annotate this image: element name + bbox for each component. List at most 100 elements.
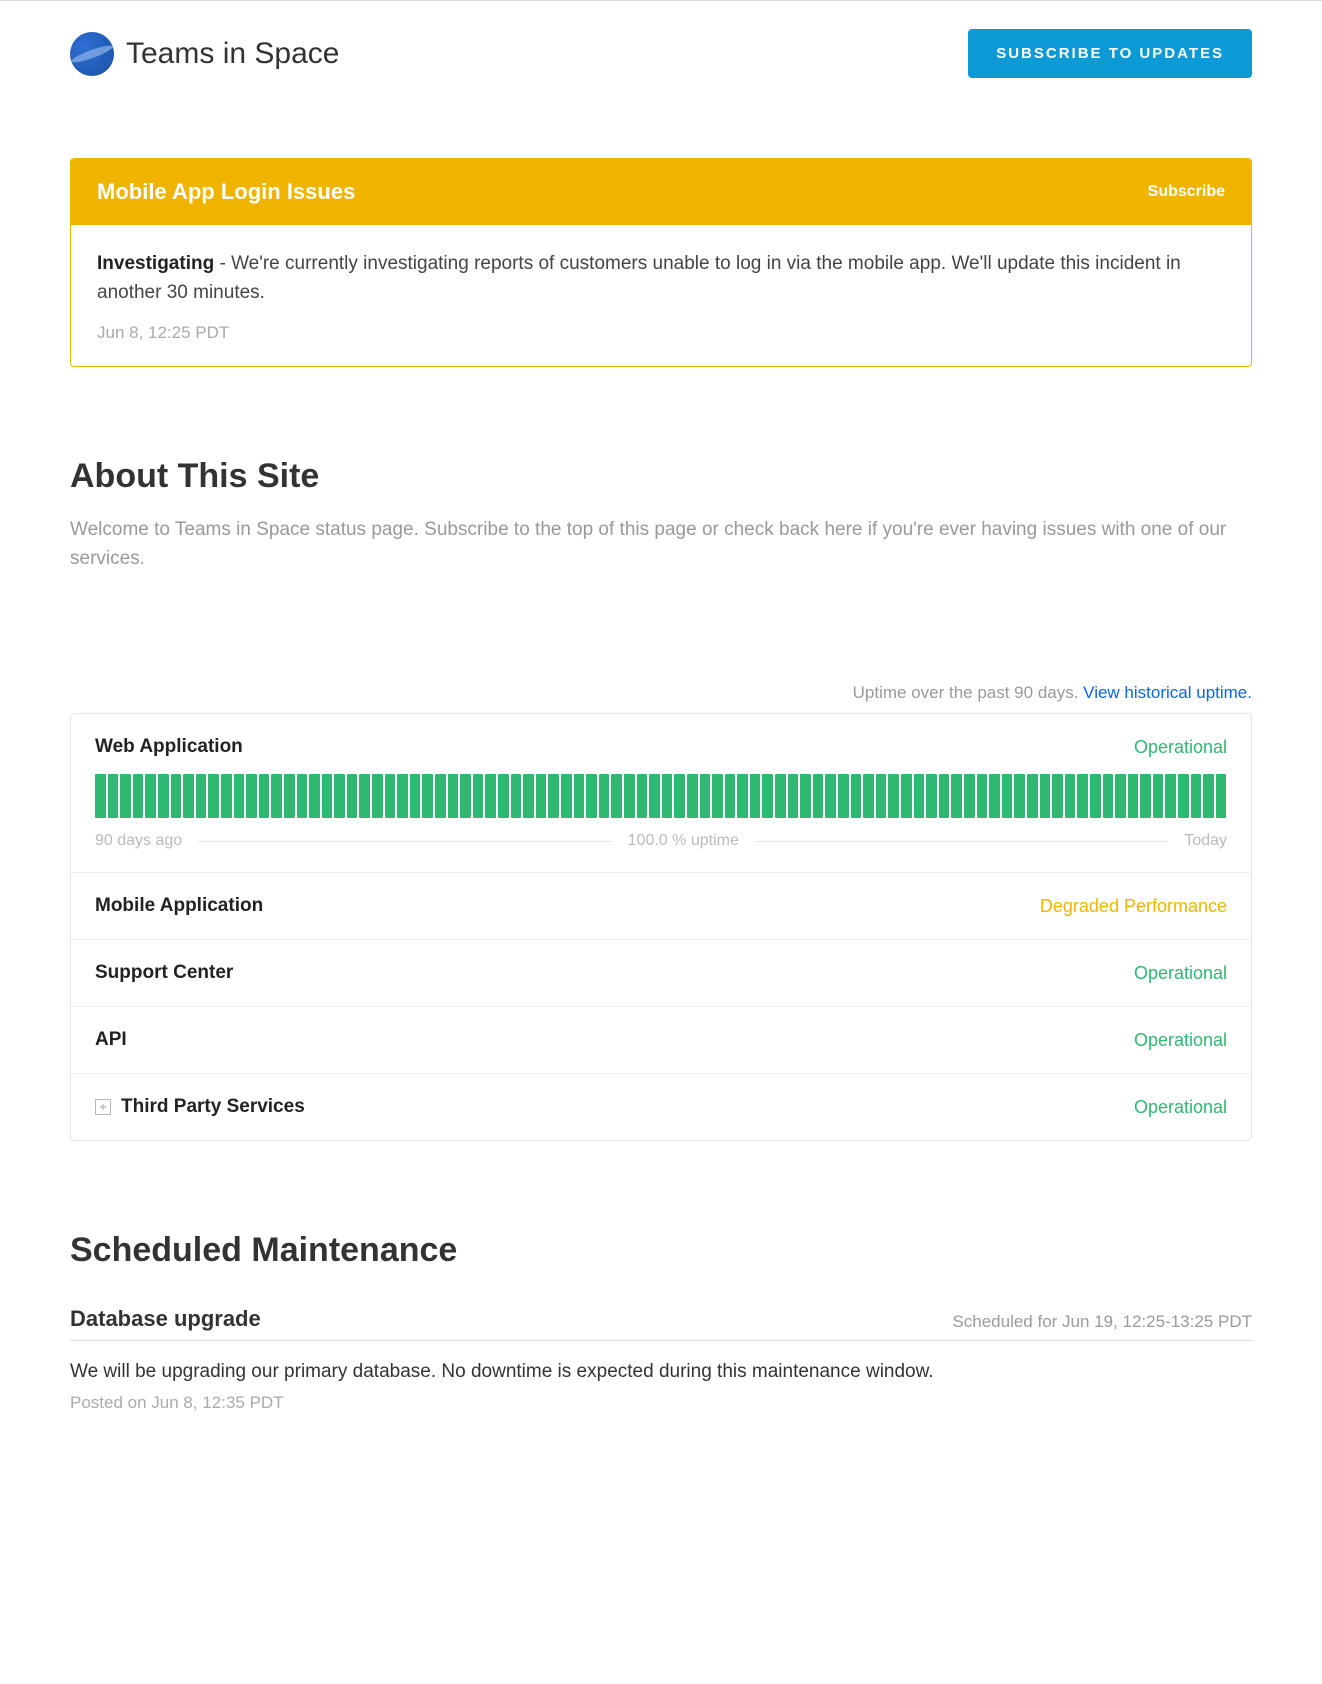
uptime-day-bar[interactable] [574, 774, 585, 818]
uptime-day-bar[interactable] [838, 774, 849, 818]
view-historical-uptime-link[interactable]: View historical uptime. [1083, 683, 1252, 702]
uptime-day-bar[interactable] [637, 774, 648, 818]
component-row: Web ApplicationOperational90 days ago100… [71, 714, 1251, 873]
uptime-day-bar[interactable] [485, 774, 496, 818]
uptime-day-bar[interactable] [1077, 774, 1088, 818]
uptime-day-bar[interactable] [989, 774, 1000, 818]
uptime-day-bar[interactable] [108, 774, 119, 818]
uptime-day-bar[interactable] [1027, 774, 1038, 818]
uptime-day-bar[interactable] [523, 774, 534, 818]
uptime-day-bar[interactable] [1052, 774, 1063, 818]
uptime-day-bar[interactable] [825, 774, 836, 818]
uptime-day-bar[interactable] [1040, 774, 1051, 818]
uptime-day-bar[interactable] [1191, 774, 1202, 818]
uptime-day-bar[interactable] [649, 774, 660, 818]
uptime-day-bar[interactable] [611, 774, 622, 818]
uptime-day-bar[interactable] [977, 774, 988, 818]
uptime-day-bar[interactable] [1165, 774, 1176, 818]
incident-subscribe-link[interactable]: Subscribe [1148, 183, 1225, 201]
incident-title: Mobile App Login Issues [97, 179, 355, 205]
uptime-day-bar[interactable] [120, 774, 131, 818]
uptime-day-bar[interactable] [397, 774, 408, 818]
uptime-day-bar[interactable] [1090, 774, 1101, 818]
uptime-day-bar[interactable] [712, 774, 723, 818]
uptime-day-bar[interactable] [183, 774, 194, 818]
uptime-day-bar[interactable] [196, 774, 207, 818]
uptime-day-bar[interactable] [171, 774, 182, 818]
uptime-day-bar[interactable] [939, 774, 950, 818]
uptime-day-bar[interactable] [1178, 774, 1189, 818]
uptime-day-bar[interactable] [536, 774, 547, 818]
uptime-day-bar[interactable] [674, 774, 685, 818]
uptime-day-bar[interactable] [775, 774, 786, 818]
component-header: +Third Party ServicesOperational [95, 1096, 1227, 1118]
uptime-day-bar[interactable] [133, 774, 144, 818]
uptime-day-bar[interactable] [372, 774, 383, 818]
uptime-day-bar[interactable] [951, 774, 962, 818]
uptime-day-bar[interactable] [359, 774, 370, 818]
uptime-day-bar[interactable] [1140, 774, 1151, 818]
uptime-day-bar[interactable] [221, 774, 232, 818]
uptime-day-bar[interactable] [700, 774, 711, 818]
uptime-day-bar[interactable] [876, 774, 887, 818]
expand-icon[interactable]: + [95, 1099, 111, 1115]
uptime-day-bar[interactable] [422, 774, 433, 818]
uptime-day-bar[interactable] [145, 774, 156, 818]
uptime-day-bar[interactable] [662, 774, 673, 818]
uptime-day-bar[interactable] [297, 774, 308, 818]
uptime-day-bar[interactable] [800, 774, 811, 818]
uptime-day-bar[interactable] [208, 774, 219, 818]
uptime-day-bar[interactable] [1002, 774, 1013, 818]
uptime-day-bar[interactable] [448, 774, 459, 818]
uptime-day-bar[interactable] [1115, 774, 1126, 818]
component-name-label: Web Application [95, 736, 243, 758]
uptime-day-bar[interactable] [259, 774, 270, 818]
maintenance-name[interactable]: Database upgrade [70, 1306, 261, 1332]
uptime-day-bar[interactable] [599, 774, 610, 818]
uptime-day-bar[interactable] [586, 774, 597, 818]
uptime-day-bar[interactable] [687, 774, 698, 818]
uptime-day-bar[interactable] [788, 774, 799, 818]
component-row: Mobile ApplicationDegraded Performance [71, 873, 1251, 940]
uptime-day-bar[interactable] [385, 774, 396, 818]
uptime-day-bar[interactable] [435, 774, 446, 818]
uptime-day-bar[interactable] [95, 774, 106, 818]
uptime-day-bar[interactable] [1014, 774, 1025, 818]
uptime-day-bar[interactable] [888, 774, 899, 818]
uptime-day-bar[interactable] [460, 774, 471, 818]
uptime-day-bar[interactable] [1203, 774, 1214, 818]
uptime-day-bar[interactable] [234, 774, 245, 818]
uptime-day-bar[interactable] [1065, 774, 1076, 818]
uptime-day-bar[interactable] [561, 774, 572, 818]
uptime-day-bar[interactable] [863, 774, 874, 818]
uptime-day-bar[interactable] [762, 774, 773, 818]
uptime-day-bar[interactable] [473, 774, 484, 818]
uptime-day-bar[interactable] [498, 774, 509, 818]
uptime-day-bar[interactable] [1153, 774, 1164, 818]
uptime-day-bar[interactable] [271, 774, 282, 818]
uptime-day-bar[interactable] [737, 774, 748, 818]
uptime-day-bar[interactable] [725, 774, 736, 818]
uptime-day-bar[interactable] [926, 774, 937, 818]
uptime-day-bar[interactable] [309, 774, 320, 818]
uptime-day-bar[interactable] [548, 774, 559, 818]
uptime-day-bar[interactable] [322, 774, 333, 818]
uptime-day-bar[interactable] [914, 774, 925, 818]
uptime-day-bar[interactable] [1216, 774, 1227, 818]
uptime-day-bar[interactable] [347, 774, 358, 818]
uptime-day-bar[interactable] [511, 774, 522, 818]
uptime-day-bar[interactable] [158, 774, 169, 818]
uptime-day-bar[interactable] [410, 774, 421, 818]
uptime-day-bar[interactable] [334, 774, 345, 818]
uptime-day-bar[interactable] [246, 774, 257, 818]
uptime-day-bar[interactable] [964, 774, 975, 818]
uptime-day-bar[interactable] [901, 774, 912, 818]
uptime-day-bar[interactable] [851, 774, 862, 818]
uptime-day-bar[interactable] [1103, 774, 1114, 818]
uptime-day-bar[interactable] [813, 774, 824, 818]
subscribe-updates-button[interactable]: SUBSCRIBE TO UPDATES [968, 29, 1252, 78]
uptime-day-bar[interactable] [624, 774, 635, 818]
uptime-day-bar[interactable] [750, 774, 761, 818]
uptime-day-bar[interactable] [1128, 774, 1139, 818]
uptime-day-bar[interactable] [284, 774, 295, 818]
